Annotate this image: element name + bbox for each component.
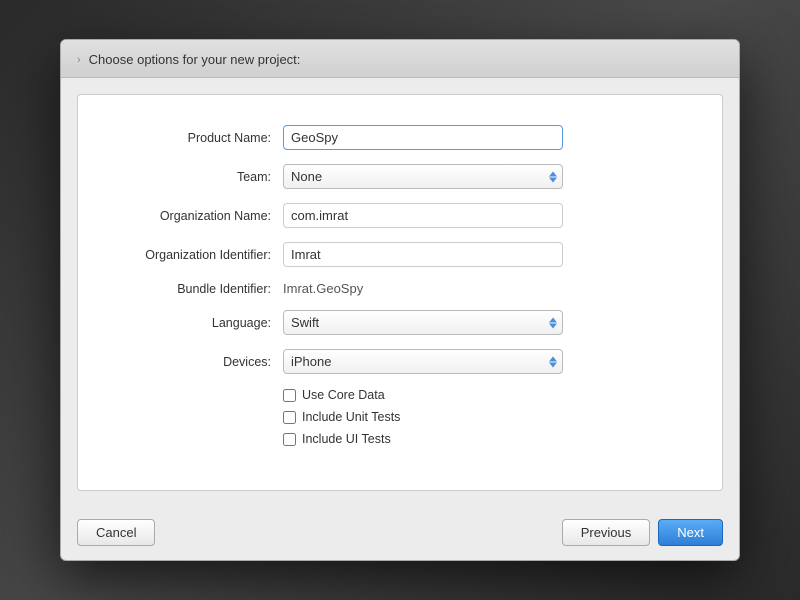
use-core-data-checkbox[interactable]	[283, 389, 296, 402]
org-name-field	[283, 203, 563, 228]
checkboxes-row: Use Core Data Include Unit Tests Include…	[98, 388, 702, 446]
project-options-dialog: › Choose options for your new project: P…	[60, 39, 740, 561]
language-select[interactable]: Swift Objective-C	[283, 310, 563, 335]
previous-button[interactable]: Previous	[562, 519, 651, 546]
devices-row: Devices: iPhone iPad Universal	[98, 349, 702, 374]
footer-right-buttons: Previous Next	[562, 519, 723, 546]
team-select-wrapper: None Add an Account...	[283, 164, 563, 189]
language-row: Language: Swift Objective-C	[98, 310, 702, 335]
checkboxes-group: Use Core Data Include Unit Tests Include…	[283, 388, 400, 446]
org-name-label: Organization Name:	[98, 209, 283, 223]
org-id-field	[283, 242, 563, 267]
team-select[interactable]: None Add an Account...	[283, 164, 563, 189]
team-label: Team:	[98, 170, 283, 184]
modal-title: Choose options for your new project:	[89, 52, 301, 67]
team-row: Team: None Add an Account...	[98, 164, 702, 189]
org-id-row: Organization Identifier:	[98, 242, 702, 267]
include-unit-tests-checkbox[interactable]	[283, 411, 296, 424]
devices-label: Devices:	[98, 355, 283, 369]
devices-field: iPhone iPad Universal	[283, 349, 563, 374]
org-name-input[interactable]	[283, 203, 563, 228]
team-field: None Add an Account...	[283, 164, 563, 189]
include-unit-tests-label: Include Unit Tests	[302, 410, 400, 424]
product-name-label: Product Name:	[98, 131, 283, 145]
bundle-id-field: Imrat.GeoSpy	[283, 281, 563, 296]
bundle-id-value: Imrat.GeoSpy	[283, 281, 363, 296]
bundle-id-label: Bundle Identifier:	[98, 282, 283, 296]
use-core-data-label: Use Core Data	[302, 388, 385, 402]
org-id-label: Organization Identifier:	[98, 248, 283, 262]
language-select-wrapper: Swift Objective-C	[283, 310, 563, 335]
use-core-data-item: Use Core Data	[283, 388, 400, 402]
bundle-id-row: Bundle Identifier: Imrat.GeoSpy	[98, 281, 702, 296]
chevron-icon: ›	[77, 54, 81, 66]
include-ui-tests-label: Include UI Tests	[302, 432, 391, 446]
devices-select-wrapper: iPhone iPad Universal	[283, 349, 563, 374]
include-ui-tests-checkbox[interactable]	[283, 433, 296, 446]
next-button[interactable]: Next	[658, 519, 723, 546]
modal-footer: Cancel Previous Next	[61, 507, 739, 560]
product-name-field	[283, 125, 563, 150]
product-name-input[interactable]	[283, 125, 563, 150]
language-label: Language:	[98, 316, 283, 330]
include-unit-tests-item: Include Unit Tests	[283, 410, 400, 424]
org-id-input[interactable]	[283, 242, 563, 267]
modal-window: › Choose options for your new project: P…	[60, 39, 740, 561]
include-ui-tests-item: Include UI Tests	[283, 432, 400, 446]
cancel-button[interactable]: Cancel	[77, 519, 155, 546]
org-name-row: Organization Name:	[98, 203, 702, 228]
modal-body: Product Name: Team: None Add an Account.…	[77, 94, 723, 491]
devices-select[interactable]: iPhone iPad Universal	[283, 349, 563, 374]
language-field: Swift Objective-C	[283, 310, 563, 335]
modal-header: › Choose options for your new project:	[61, 40, 739, 78]
product-name-row: Product Name:	[98, 125, 702, 150]
